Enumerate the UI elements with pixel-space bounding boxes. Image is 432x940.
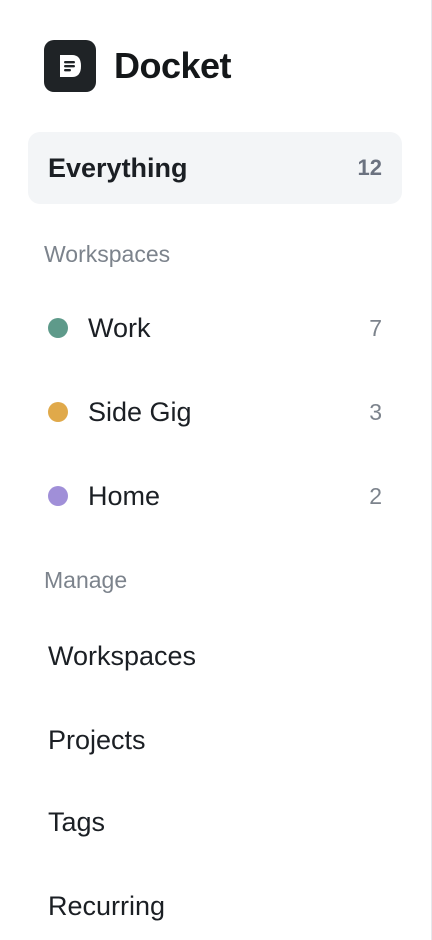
item-count: 3: [369, 398, 382, 425]
sidebar-item-label: Work: [88, 312, 151, 343]
sidebar-item-label: Tags: [48, 806, 106, 837]
sidebar-item-workspaces[interactable]: Workspaces: [28, 626, 402, 686]
sidebar-item-label: Side Gig: [88, 396, 192, 427]
sidebar-item-everything[interactable]: Everything 12: [28, 132, 402, 204]
manage-heading: Manage: [44, 567, 128, 593]
item-count: 12: [357, 155, 382, 180]
sidebar-item-side-gig[interactable]: Side Gig 3: [28, 382, 402, 442]
workspaces-heading: Workspaces: [44, 241, 171, 267]
document-icon: [44, 40, 96, 92]
app-name: Docket: [114, 45, 232, 86]
sidebar-item-projects[interactable]: Projects: [28, 710, 402, 770]
sidebar-item-tags[interactable]: Tags: [28, 792, 402, 852]
workspace-color-dot: [48, 486, 68, 506]
sidebar-item-label: Home: [88, 480, 161, 511]
sidebar-item-label: Workspaces: [48, 640, 197, 671]
sidebar-item-label: Recurring: [48, 890, 166, 921]
sidebar-item-recurring[interactable]: Recurring: [28, 876, 402, 936]
workspace-color-dot: [48, 402, 68, 422]
item-count: 2: [369, 482, 382, 509]
sidebar-item-label: Everything: [48, 152, 188, 183]
sidebar-item-label: Projects: [48, 724, 146, 755]
brand[interactable]: Docket: [44, 40, 232, 92]
item-count: 7: [369, 314, 382, 341]
workspace-color-dot: [48, 318, 68, 338]
sidebar-item-home[interactable]: Home 2: [28, 466, 402, 526]
sidebar-item-work[interactable]: Work 7: [28, 298, 402, 358]
sidebar: Docket Everything 12 Workspaces Work 7 S…: [0, 0, 432, 940]
